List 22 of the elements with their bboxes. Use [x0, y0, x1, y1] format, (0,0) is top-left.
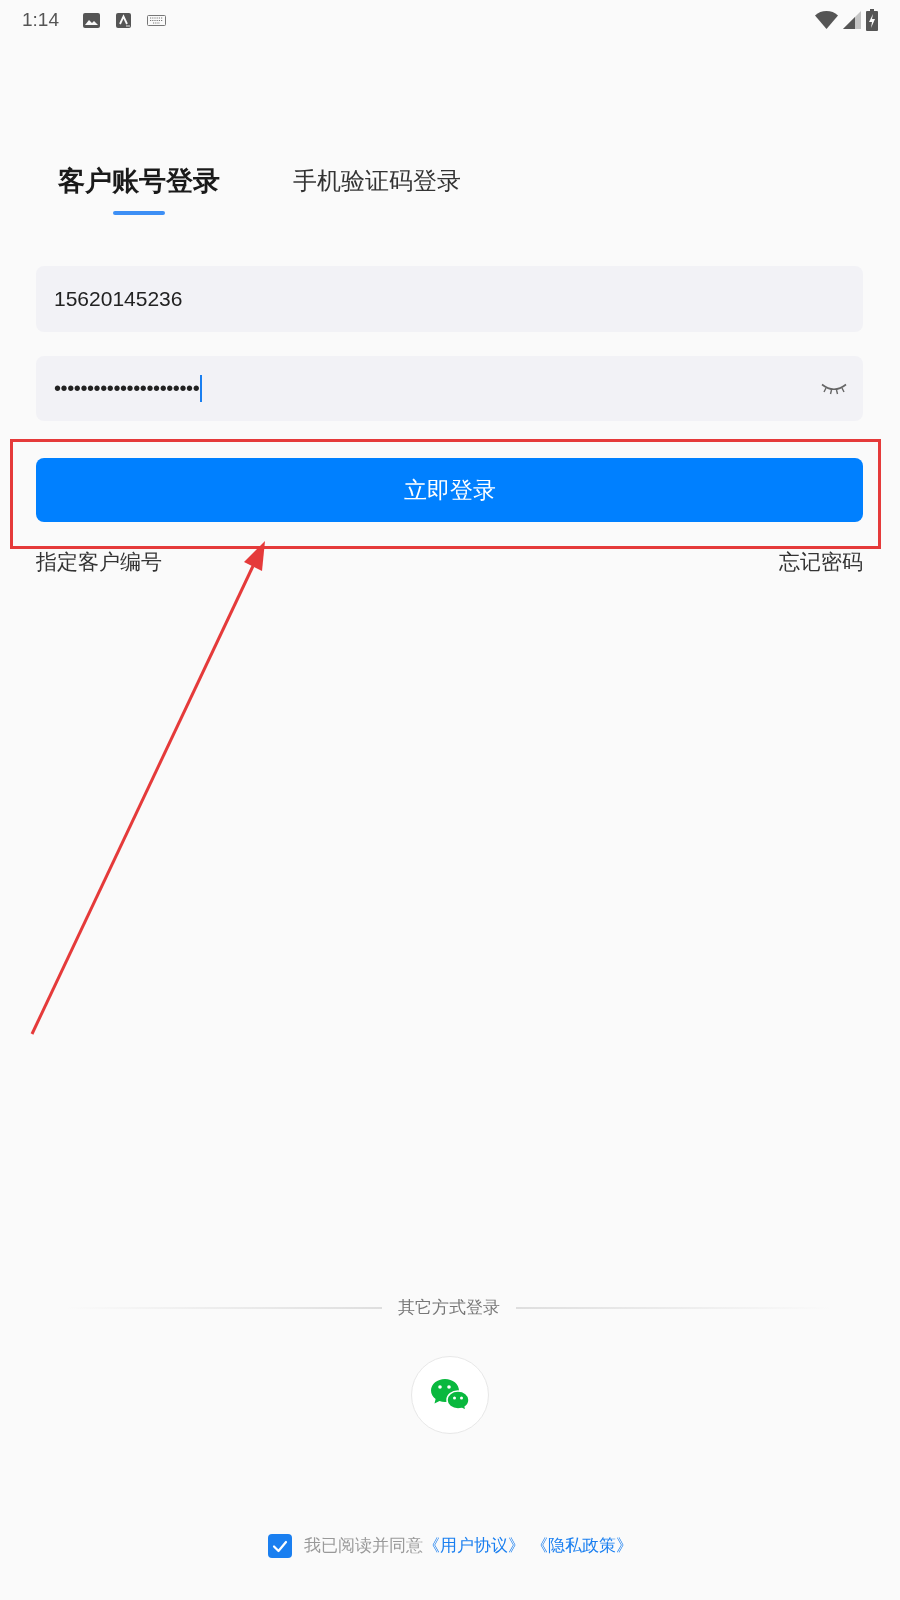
password-field[interactable]: •••••••••••••••••••••• — [36, 356, 863, 421]
battery-charging-icon — [866, 9, 878, 31]
closed-eye-icon[interactable] — [821, 382, 847, 395]
privacy-policy-link[interactable]: 《隐私政策》 — [530, 1536, 633, 1555]
checkbox[interactable] — [267, 1534, 292, 1558]
image-icon — [83, 12, 100, 28]
keyboard-icon — [147, 14, 166, 26]
signal-icon — [843, 11, 861, 29]
login-tab[interactable]: 客户账号登录 — [58, 163, 220, 215]
app-tile-icon — [116, 12, 131, 28]
agreement-text: 我已阅读并同意《用户协议》 《隐私政策》 — [303, 1535, 633, 1557]
wifi-icon — [815, 11, 838, 29]
login-tab[interactable]: 手机验证码登录 — [293, 163, 461, 199]
specify-customer-link[interactable]: 指定客户编号 — [36, 548, 162, 576]
account-field[interactable]: 15620145236 — [36, 266, 863, 332]
other-login-label: 其它方式登录 — [398, 1297, 500, 1319]
forgot-password-link[interactable]: 忘记密码 — [779, 548, 863, 576]
chat-bubbles-icon — [430, 1378, 470, 1412]
tab-indicator — [113, 211, 165, 215]
user-agreement-link[interactable]: 《用户协议》 — [422, 1536, 525, 1555]
status-time: 1:14 — [22, 8, 59, 32]
login-button[interactable]: 立即登录 — [36, 458, 863, 522]
